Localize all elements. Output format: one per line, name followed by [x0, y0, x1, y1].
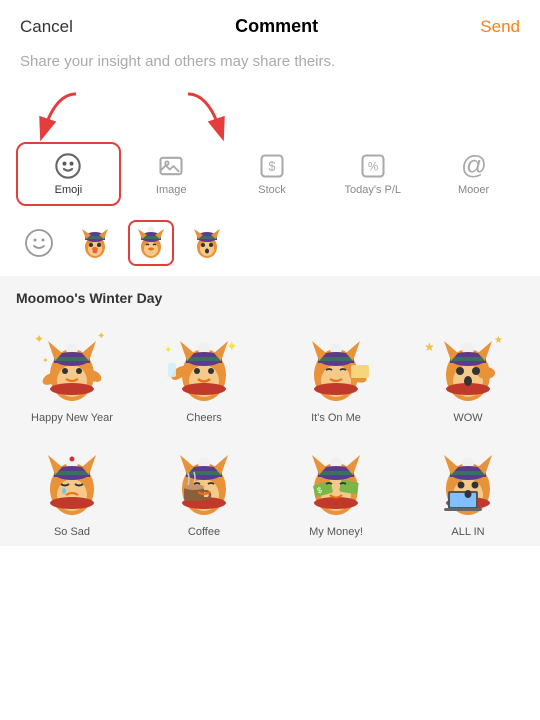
sticker-its-on-me[interactable]: It's On Me — [274, 318, 398, 424]
emoji-icon — [54, 152, 82, 180]
sticker-img-its-on-me — [280, 318, 392, 408]
sticker-name-all-in: ALL IN — [451, 526, 484, 538]
toolbar-emoji-label: Emoji — [55, 184, 83, 196]
stock-icon: $ — [258, 152, 286, 180]
fox-sticker-1-icon — [77, 225, 113, 261]
svg-text:✦: ✦ — [34, 332, 44, 346]
sticker-grid: ✦ ✦ ✦ Happy New Year — [10, 318, 530, 546]
sticker-img-my-money: $ — [280, 432, 392, 522]
sticker-name-my-money: My Money! — [309, 526, 363, 538]
sticker-all-in[interactable]: ALL IN — [406, 432, 530, 538]
pnl-icon: % — [359, 152, 387, 180]
sticker-img-so-sad — [16, 432, 128, 522]
sticker-name-coffee: Coffee — [188, 526, 220, 538]
emoji-subrow — [0, 214, 540, 276]
sticker-cheers[interactable]: ✦ ✦ Cheers — [142, 318, 266, 424]
emoji-sub-fox3[interactable] — [184, 220, 230, 266]
sticker-img-wow: ★ ★ — [412, 318, 524, 408]
toolbar-image-label: Image — [156, 184, 187, 196]
sticker-coffee[interactable]: Coffee — [142, 432, 266, 538]
image-icon — [157, 152, 185, 180]
toolbar-pnl-label: Today's P/L — [345, 184, 402, 196]
emoji-sub-fox1[interactable] — [72, 220, 118, 266]
svg-text:★: ★ — [494, 335, 503, 346]
arrow-sticker-icon — [168, 86, 248, 142]
sticker-img-all-in — [412, 432, 524, 522]
svg-text:✦: ✦ — [226, 338, 238, 354]
smiley-face-icon — [24, 228, 54, 258]
page-title: Comment — [235, 16, 318, 37]
emoji-sub-fox2[interactable] — [128, 220, 174, 266]
toolbar-item-stock[interactable]: $ Stock — [222, 144, 323, 204]
toolbar-item-pnl[interactable]: % Today's P/L — [322, 144, 423, 204]
mooer-icon: @ — [460, 152, 488, 180]
sticker-name-wow: WOW — [453, 412, 482, 424]
toolbar-stock-label: Stock — [258, 184, 286, 196]
emoji-sub-smiley[interactable] — [16, 220, 62, 266]
fox-sticker-3-icon — [189, 225, 225, 261]
toolbar-item-image[interactable]: Image — [121, 144, 222, 204]
sticker-name-cheers: Cheers — [186, 412, 221, 424]
toolbar-item-emoji[interactable]: Emoji — [16, 142, 121, 206]
sticker-so-sad[interactable]: So Sad — [10, 432, 134, 538]
subtitle-text: Share your insight and others may share … — [0, 49, 540, 86]
svg-text:✦: ✦ — [97, 331, 105, 342]
sticker-name-so-sad: So Sad — [54, 526, 90, 538]
send-button[interactable]: Send — [480, 17, 520, 37]
sticker-wow[interactable]: ★ ★ WOW — [406, 318, 530, 424]
sticker-happy-new-year[interactable]: ✦ ✦ ✦ Happy New Year — [10, 318, 134, 424]
cancel-button[interactable]: Cancel — [20, 17, 73, 37]
sticker-my-money[interactable]: $ My Money! — [274, 432, 398, 538]
sticker-name-its-on-me: It's On Me — [311, 412, 361, 424]
toolbar-mooer-label: Mooer — [458, 184, 489, 196]
svg-text:@: @ — [461, 152, 487, 180]
svg-text:✦: ✦ — [164, 345, 172, 356]
toolbar: Emoji Image $ Stock % Today' — [0, 142, 540, 206]
fox-sticker-2-icon — [133, 225, 169, 261]
sticker-img-coffee — [148, 432, 260, 522]
svg-text:✦: ✦ — [42, 356, 49, 365]
toolbar-item-mooer[interactable]: @ Mooer — [423, 144, 524, 204]
sticker-img-cheers: ✦ ✦ — [148, 318, 260, 408]
svg-text:$: $ — [268, 159, 275, 174]
svg-text:★: ★ — [424, 340, 435, 354]
header: Cancel Comment Send — [0, 0, 540, 49]
sticker-img-happy-new-year: ✦ ✦ ✦ — [16, 318, 128, 408]
arrow-emoji-icon — [16, 86, 96, 142]
sticker-section: Moomoo's Winter Day — [0, 276, 540, 546]
sticker-name-happy-new-year: Happy New Year — [31, 412, 113, 424]
svg-text:%: % — [368, 161, 378, 174]
sticker-section-title: Moomoo's Winter Day — [10, 290, 530, 306]
